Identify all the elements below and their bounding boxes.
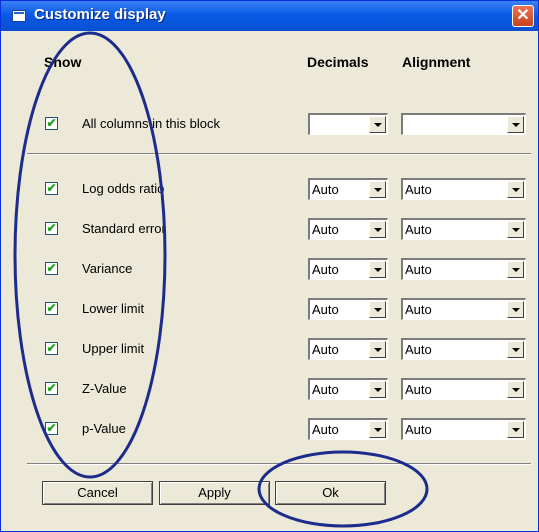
standard-error-alignment-select[interactable]: Auto [401, 218, 526, 240]
dropdown-arrow-icon[interactable] [369, 341, 386, 358]
lower-limit-alignment-value: Auto [405, 302, 432, 317]
dropdown-arrow-icon[interactable] [507, 181, 524, 198]
upper-limit-checkbox[interactable]: ✔ [45, 342, 58, 355]
dropdown-arrow-icon[interactable] [507, 261, 524, 278]
dropdown-arrow-icon[interactable] [369, 301, 386, 318]
upper-limit-decimals-value: Auto [312, 342, 339, 357]
top-divider [27, 153, 531, 155]
cancel-button[interactable]: Cancel [42, 481, 153, 505]
p-value-decimals-select[interactable]: Auto [308, 418, 388, 440]
upper-limit-decimals-select[interactable]: Auto [308, 338, 388, 360]
z-value-decimals-value: Auto [312, 382, 339, 397]
z-value-decimals-select[interactable]: Auto [308, 378, 388, 400]
all-columns-label: All columns in this block [82, 116, 220, 131]
log-odds-ratio-alignment-select[interactable]: Auto [401, 178, 526, 200]
all-columns-alignment-select[interactable] [401, 113, 526, 135]
dropdown-arrow-icon[interactable] [369, 421, 386, 438]
standard-error-alignment-value: Auto [405, 222, 432, 237]
standard-error-checkbox[interactable]: ✔ [45, 222, 58, 235]
standard-error-decimals-select[interactable]: Auto [308, 218, 388, 240]
dropdown-arrow-icon[interactable] [507, 116, 524, 133]
log-odds-ratio-label: Log odds ratio [82, 181, 165, 196]
close-button[interactable]: ✕ [512, 5, 534, 27]
lower-limit-alignment-select[interactable]: Auto [401, 298, 526, 320]
p-value-decimals-value: Auto [312, 422, 339, 437]
dropdown-arrow-icon[interactable] [369, 221, 386, 238]
dropdown-arrow-icon[interactable] [507, 221, 524, 238]
variance-checkbox[interactable]: ✔ [45, 262, 58, 275]
z-value-alignment-select[interactable]: Auto [401, 378, 526, 400]
lower-limit-decimals-select[interactable]: Auto [308, 298, 388, 320]
apply-button[interactable]: Apply [159, 481, 270, 505]
app-icon [12, 10, 26, 22]
dropdown-arrow-icon[interactable] [507, 381, 524, 398]
ok-button[interactable]: Ok [275, 481, 386, 505]
p-value-alignment-select[interactable]: Auto [401, 418, 526, 440]
upper-limit-label: Upper limit [82, 341, 145, 356]
upper-limit-alignment-select[interactable]: Auto [401, 338, 526, 360]
dropdown-arrow-icon[interactable] [369, 261, 386, 278]
variance-alignment-value: Auto [405, 262, 432, 277]
window-title: Customize display [34, 6, 166, 23]
dropdown-arrow-icon[interactable] [369, 381, 386, 398]
p-value-checkbox[interactable]: ✔ [45, 422, 58, 435]
z-value-alignment-value: Auto [405, 382, 432, 397]
z-value-label: Z-Value [82, 381, 127, 396]
variance-label: Variance [82, 261, 133, 276]
alignment-header: Alignment [402, 54, 471, 70]
all-columns-decimals-select[interactable] [308, 113, 388, 135]
p-value-label: p-Value [82, 421, 126, 436]
log-odds-ratio-checkbox[interactable]: ✔ [45, 182, 58, 195]
lower-limit-checkbox[interactable]: ✔ [45, 302, 58, 315]
dropdown-arrow-icon[interactable] [369, 181, 386, 198]
p-value-alignment-value: Auto [405, 422, 432, 437]
dropdown-arrow-icon[interactable] [369, 116, 386, 133]
title-bar[interactable]: Customize display ✕ [1, 1, 538, 31]
dropdown-arrow-icon[interactable] [507, 341, 524, 358]
variance-decimals-select[interactable]: Auto [308, 258, 388, 280]
log-odds-ratio-decimals-select[interactable]: Auto [308, 178, 388, 200]
log-odds-ratio-decimals-value: Auto [312, 182, 339, 197]
dropdown-arrow-icon[interactable] [507, 301, 524, 318]
customize-display-dialog: Customize display ✕ Show Decimals Alignm… [0, 0, 539, 532]
lower-limit-decimals-value: Auto [312, 302, 339, 317]
decimals-header: Decimals [307, 54, 369, 70]
variance-alignment-select[interactable]: Auto [401, 258, 526, 280]
dropdown-arrow-icon[interactable] [507, 421, 524, 438]
standard-error-label: Standard error [82, 221, 166, 236]
upper-limit-alignment-value: Auto [405, 342, 432, 357]
log-odds-ratio-alignment-value: Auto [405, 182, 432, 197]
standard-error-decimals-value: Auto [312, 222, 339, 237]
show-header: Show [44, 54, 82, 70]
z-value-checkbox[interactable]: ✔ [45, 382, 58, 395]
bottom-divider [27, 463, 531, 465]
all-columns-checkbox[interactable]: ✔ [45, 117, 58, 130]
variance-decimals-value: Auto [312, 262, 339, 277]
lower-limit-label: Lower limit [82, 301, 145, 316]
